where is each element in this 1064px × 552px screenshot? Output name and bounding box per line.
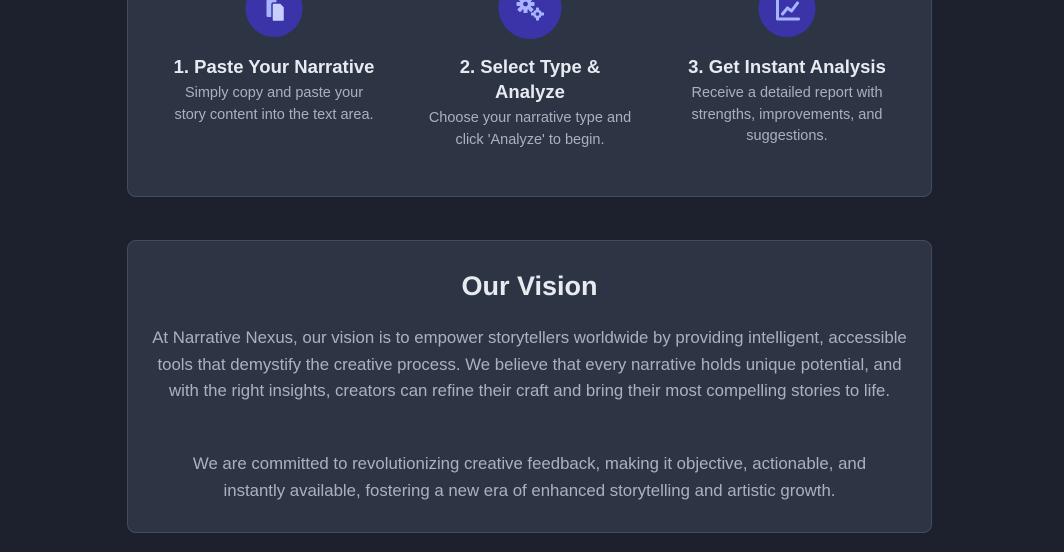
vision-title: Our Vision (461, 271, 598, 301)
step-title: 3. Get Instant Analysis (688, 56, 886, 77)
step-title: 1. Paste Your Narrative (173, 56, 375, 77)
vision-card: Our Vision At Narrative Nexus, our visio… (127, 240, 932, 533)
step-description: Simply copy and paste your story content… (174, 85, 374, 123)
step-title: 2. Select Type & Analyze (459, 56, 601, 102)
step-description: Choose your narrative type and click 'An… (428, 110, 632, 148)
gears-icon (498, 0, 562, 39)
step-description: Receive a detailed report with strengths… (691, 85, 883, 145)
how-it-works-card: 1. Paste Your Narrative Simply copy and … (127, 0, 932, 197)
page: 1. Paste Your Narrative Simply copy and … (0, 0, 1064, 552)
vision-paragraph: At Narrative Nexus, our vision is to emp… (152, 328, 907, 400)
chart-line-icon (758, 0, 816, 37)
vision-paragraph: We are committed to revolutionizing crea… (192, 454, 867, 500)
paste-icon (245, 0, 303, 37)
